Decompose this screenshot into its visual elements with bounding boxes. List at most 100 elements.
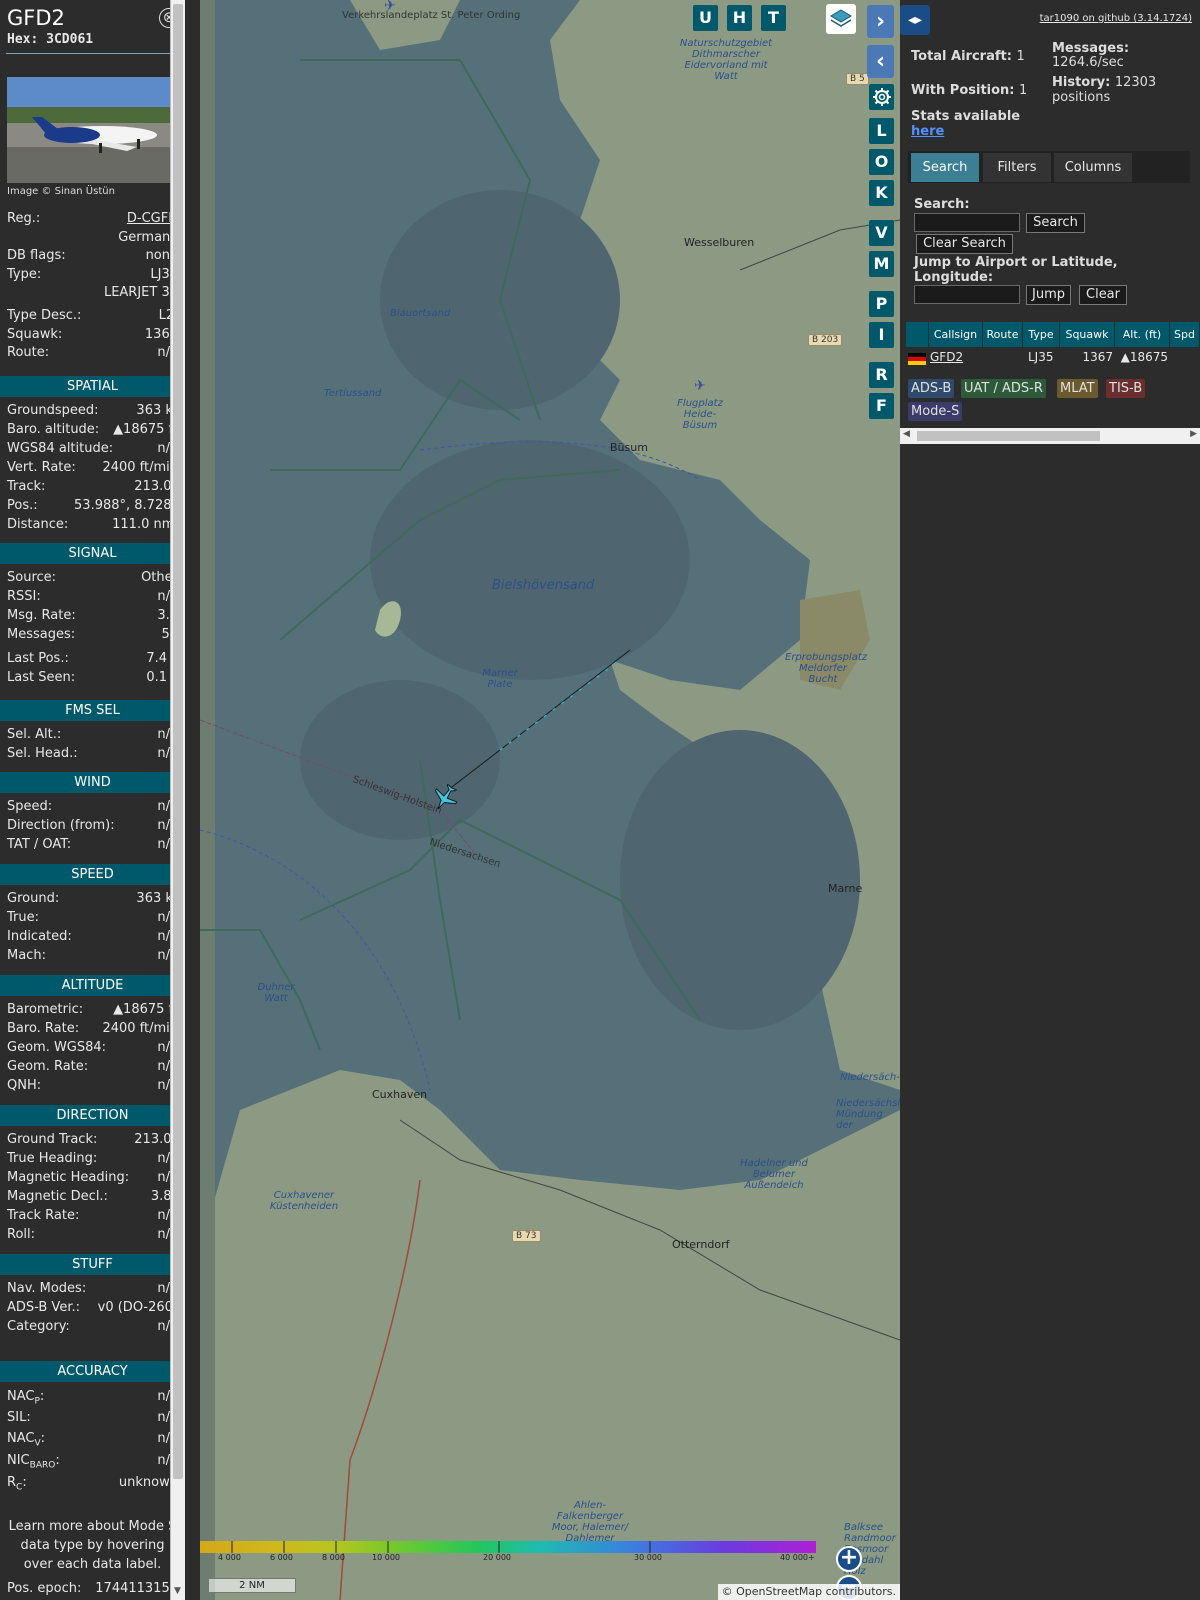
info-row: Sel. Head.: n/a [7,746,178,765]
section-header-speed: SPEED [0,864,185,885]
map-label-bielshovensand: Bielshövensand [492,578,595,593]
table-header[interactable] [906,322,929,347]
zoom-in-button[interactable]: + [836,1546,862,1572]
map-basemap[interactable] [200,0,900,1600]
info-row: Baro. altitude: ▲18675 ft [7,422,178,441]
info-panel-scrollbar[interactable]: ▼ [170,0,185,1600]
github-link[interactable]: tar1090 on github (3.14.1724) [1040,13,1192,24]
info-row: ADS-B Ver.: v0 (DO-260) [7,1300,178,1319]
map-toggle-l-button[interactable]: L [869,118,894,144]
scroll-down-icon[interactable]: ▼ [174,1586,181,1596]
info-label: Squawk: [7,327,63,342]
info-label: Sel. Alt.: [7,727,62,742]
info-row: Magnetic Heading: n/a [7,1170,178,1189]
map-label-duhner-watt: Duhner Watt [257,982,295,1004]
with-position-stat: With Position: 1 [911,83,1027,98]
map-toggle-k-button[interactable]: K [869,180,894,206]
search-label: Search: [914,197,970,212]
map-toggle-v-button[interactable]: V [869,220,894,246]
stats-here-link[interactable]: here [911,124,944,139]
settings-button[interactable] [869,84,894,110]
label-main: SIL: [7,1410,31,1425]
map-toggle-i-button[interactable]: I [869,322,894,348]
map-toggle-u-button[interactable]: U [693,5,718,31]
info-label: Groundspeed: [7,403,99,418]
label-suffix: : [40,1431,46,1446]
info-label: Baro. altitude: [7,422,100,437]
layers-button[interactable] [826,4,856,34]
map-toggle-m-button[interactable]: M [869,251,894,277]
scroll-right-icon[interactable]: ▶ [1190,429,1197,439]
info-label: Direction (from): [7,818,115,833]
table-header[interactable]: Spd [1170,322,1200,347]
map-toggle-t-button[interactable]: T [761,5,786,31]
cell-type: LJ35 [1028,350,1054,364]
scrollbar-thumb[interactable] [917,431,1100,441]
map-toggle-p-button[interactable]: P [869,291,894,317]
table-header[interactable]: Alt. (ft) [1115,322,1170,347]
clear-search-button[interactable]: Clear Search [916,234,1013,254]
source-badge: MLAT [1057,379,1098,398]
prev-button[interactable]: ‹ [867,45,894,78]
label-suffix: : [22,1475,27,1490]
info-value: 53.988°, 8.728° [74,498,178,513]
map-view[interactable]: Verkehrslandeplatz St. Peter Ording Natu… [200,0,900,1600]
scroll-left-icon[interactable]: ◀ [903,429,910,439]
info-label: Ground: [7,891,60,906]
table-horizontal-scrollbar[interactable]: ◀ ▶ [900,428,1200,444]
map-toggle-h-button[interactable]: H [727,5,752,31]
toggle-sidebar-button[interactable]: ◂▸ [900,5,930,35]
next-button[interactable]: › [867,5,894,38]
info-label: SIL: [7,1410,31,1425]
search-button[interactable]: Search [1026,213,1085,233]
search-input[interactable] [914,213,1020,232]
alt-tick: 4 000 [218,1553,241,1562]
jump-input[interactable] [914,285,1020,304]
map-toggle-r-button[interactable]: R [869,362,894,388]
selected-aircraft-icon[interactable] [430,783,460,813]
info-row: Track: 213.0° [7,479,178,498]
map-toggle-f-button[interactable]: F [869,393,894,419]
section-header-signal: SIGNAL [0,543,185,564]
map-toggle-o-button[interactable]: O [869,149,894,175]
info-label: Geom. WGS84: [7,1040,107,1055]
aircraft-photo[interactable] [7,77,178,183]
stat-value: 1264.6/sec [1052,55,1124,70]
info-row: Route: n/a [7,345,178,364]
scrollbar-thumb[interactable] [173,4,183,1479]
cell-callsign[interactable]: GFD2 [930,348,963,367]
info-row: Ground Track: 213.0° [7,1132,178,1151]
source-badge: TIS-B [1106,379,1146,398]
info-row: Roll: n/a [7,1227,178,1246]
info-label: Pos.: [7,498,38,513]
info-label: QNH: [7,1078,42,1093]
tab-search[interactable]: Search [911,153,979,182]
table-header[interactable]: Type [1023,322,1060,347]
section-header-spatial: SPATIAL [0,376,185,397]
info-row: Category: n/a [7,1319,178,1338]
jump-label: Jump to Airport or Latitude, Longitude: [914,255,1118,285]
info-label: Mach: [7,948,46,963]
table-header[interactable]: Route [983,322,1023,347]
tab-filters[interactable]: Filters [983,153,1051,182]
table-header[interactable]: Callsign [929,322,983,347]
info-label: Magnetic Decl.: [7,1189,108,1204]
tab-columns[interactable]: Columns [1054,153,1132,182]
info-row: NACV: n/a [7,1431,178,1450]
info-label: Geom. Rate: [7,1059,89,1074]
info-label: Type Desc.: [7,308,82,323]
table-header[interactable]: Squawk [1060,322,1115,347]
section-header-altitude: ALTITUDE [0,975,185,996]
map-label-verkehr: Verkehrslandeplatz St. Peter Ording [342,10,521,21]
jump-button[interactable]: Jump [1026,285,1071,305]
info-row: NACP: n/a [7,1389,178,1408]
map-label-tertiussand: Tertiussand [324,388,382,399]
map-attribution[interactable]: © OpenStreetMap contributors. [717,1584,900,1600]
total-aircraft-stat: Total Aircraft: 1 [911,49,1025,64]
clear-button[interactable]: Clear [1079,285,1127,305]
info-row: Ground: 363 kt [7,891,178,910]
info-label: Distance: [7,517,69,532]
stat-label: Stats available [911,109,1021,124]
map-label-otterndorf: Otterndorf [672,1238,730,1251]
info-label: RC: [7,1475,27,1493]
